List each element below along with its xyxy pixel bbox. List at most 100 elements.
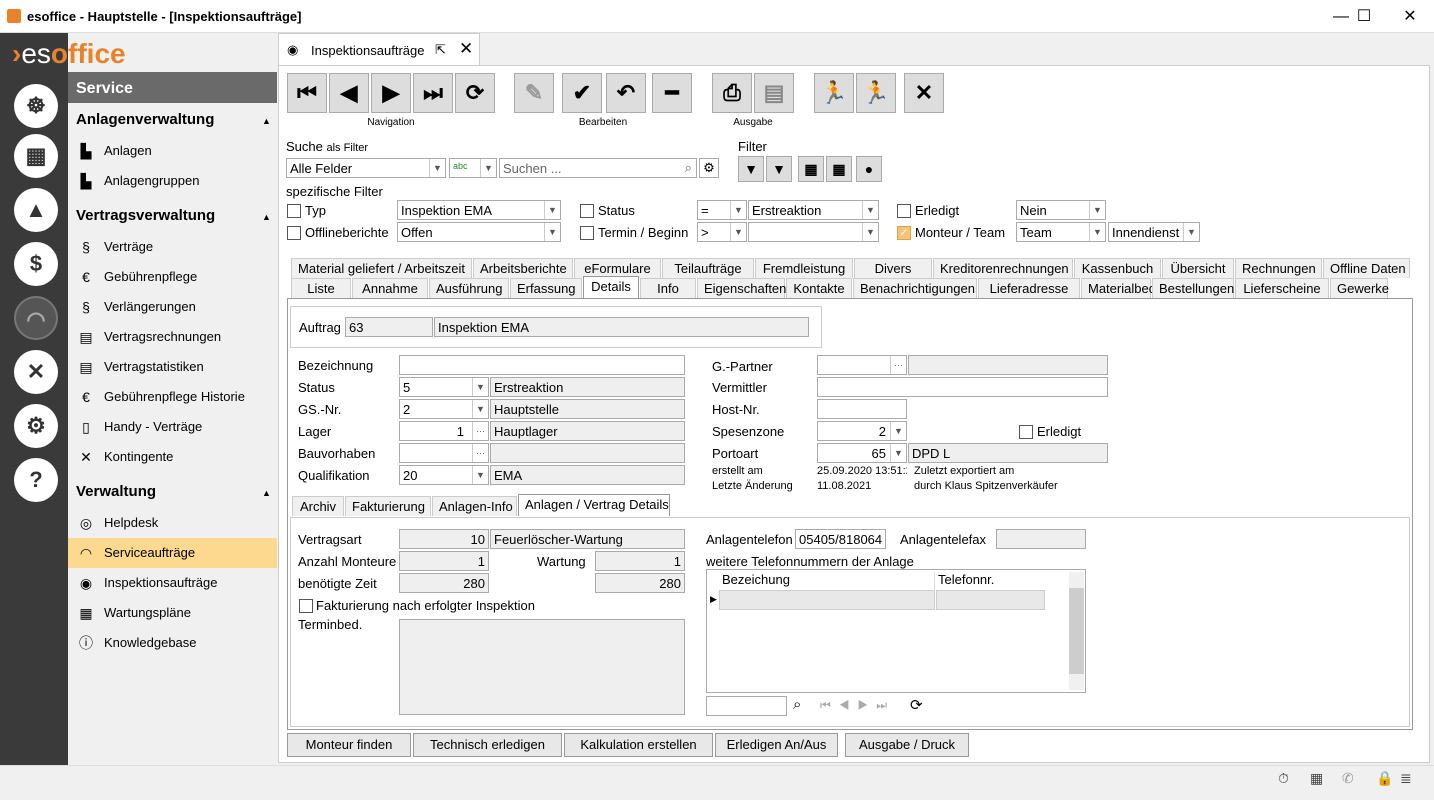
collapse-icon[interactable]: ▲: [262, 212, 271, 222]
tab-tabs_row1-2[interactable]: eFormulare: [574, 258, 661, 278]
status-select[interactable]: 5 ▼: [399, 377, 489, 397]
qualifikation-select[interactable]: 20 ▼: [399, 465, 489, 485]
money-icon[interactable]: $: [14, 242, 58, 286]
nav-item-helpdesk[interactable]: ◎ Helpdesk: [68, 508, 277, 538]
previous-record-button[interactable]: ◀: [329, 73, 369, 113]
alarm-icon[interactable]: ▲: [14, 188, 58, 232]
print-button[interactable]: ⎙: [712, 73, 752, 113]
tab-tabs_row1-0[interactable]: Material geliefert / Arbeitszeit: [291, 258, 472, 278]
technisch-erledigen-button[interactable]: Technisch erledigen: [413, 733, 562, 757]
tab-tabs_row2-3[interactable]: Erfassung: [510, 278, 582, 298]
tab-tabs_row2-5[interactable]: Info: [640, 278, 696, 298]
nav-item-knowledgebase[interactable]: ⓘ Knowledgebase: [68, 628, 277, 658]
tab-tabs_row1-5[interactable]: Divers: [854, 258, 932, 278]
settings-icon[interactable]: ⚙: [14, 404, 58, 448]
lager-field[interactable]: 1 ···: [399, 421, 489, 441]
tab-tabs_row2-6[interactable]: Eigenschaften: [697, 278, 786, 298]
status-value-select[interactable]: Erstreaktion ▼: [748, 200, 879, 220]
typ-select[interactable]: Inspektion EMA ▼: [397, 200, 561, 220]
grid-search-input[interactable]: [706, 696, 787, 716]
last-record-button[interactable]: ⏭: [413, 73, 453, 113]
tab-tabs_row2-4[interactable]: Details: [583, 276, 639, 298]
nav-item-wartungsplaene[interactable]: ▦ Wartungspläne: [68, 598, 277, 628]
ellipsis-icon[interactable]: ···: [472, 444, 488, 462]
search-field-select[interactable]: Alle Felder ▼: [286, 158, 446, 178]
gpartner-field[interactable]: ···: [817, 355, 907, 375]
tab-tabs_row1-4[interactable]: Fremdleistung: [755, 258, 853, 278]
search-settings-icon[interactable]: ⚙: [699, 158, 719, 178]
offline-select[interactable]: Offen ▼: [397, 222, 561, 242]
database-icon[interactable]: ≣: [1400, 770, 1412, 787]
tab-tabs_row1-1[interactable]: Arbeitsberichte: [473, 258, 573, 278]
vermittler-field[interactable]: [817, 377, 1108, 397]
host-field[interactable]: [817, 399, 907, 419]
tab-tabs_row2-13[interactable]: Gewerke: [1330, 278, 1389, 298]
search-input[interactable]: Suchen ... ⌕: [499, 158, 697, 178]
termin-value-select[interactable]: ▼: [748, 222, 879, 242]
erledigt-select[interactable]: Nein ▼: [1016, 200, 1106, 220]
subtab-fakturierung[interactable]: Fakturierung: [345, 496, 431, 516]
next-record-button[interactable]: ▶: [371, 73, 411, 113]
tab-tabs_row1-7[interactable]: Kassenbuch: [1074, 258, 1161, 278]
tab-tabs_row2-1[interactable]: Annahme: [352, 278, 428, 298]
close-tab-icon[interactable]: ✕: [459, 39, 473, 59]
bauvorhaben-field[interactable]: ···: [399, 443, 489, 463]
status-filter-checkbox[interactable]: [580, 204, 594, 218]
tab-tabs_row2-8[interactable]: Benachrichtigungen: [853, 278, 977, 298]
phone-icon[interactable]: ✆: [1342, 770, 1354, 787]
search-mode-select[interactable]: abc ▼: [449, 158, 497, 178]
terminbed-textarea[interactable]: [399, 619, 685, 715]
nav-item-vertraege[interactable]: § Verträge: [68, 232, 277, 262]
fakturierung-checkbox[interactable]: [299, 599, 313, 613]
gs-nr-select[interactable]: 2 ▼: [399, 399, 489, 419]
tab-tabs_row1-9[interactable]: Rechnungen: [1235, 258, 1322, 278]
nav-item-handy-vertraege[interactable]: ▯ Handy - Verträge: [68, 412, 277, 442]
filter-grid-icon[interactable]: ▦: [798, 156, 824, 182]
edit-button[interactable]: ✎: [514, 73, 554, 113]
nav-item-verlaengerungen[interactable]: § Verlängerungen: [68, 292, 277, 322]
nav-item-inspektionsauftraege[interactable]: ◉ Inspektionsaufträge: [68, 568, 277, 598]
grid-nav-icons[interactable]: ⏮◀▶⏭: [820, 698, 895, 713]
monteur-finden-button[interactable]: Monteur finden: [287, 733, 411, 757]
tab-tabs_row2-9[interactable]: Lieferadresse: [978, 278, 1080, 298]
stopwatch-icon[interactable]: ⏱: [1278, 770, 1289, 787]
innendienst-select[interactable]: Innendienst ▼: [1108, 222, 1200, 242]
kalkulation-erstellen-button[interactable]: Kalkulation erstellen: [564, 733, 713, 757]
grid-header-telefonnr[interactable]: Telefonnr.: [936, 572, 1044, 590]
tab-tabs_row1-8[interactable]: Übersicht: [1162, 258, 1234, 278]
tab-tabs_row2-12[interactable]: Lieferscheine: [1235, 278, 1329, 298]
ellipsis-icon[interactable]: ···: [472, 422, 488, 440]
subtab-archiv[interactable]: Archiv: [292, 496, 344, 516]
save-button[interactable]: ✔: [562, 73, 602, 113]
runner-in-button[interactable]: 🏃: [814, 73, 854, 113]
auftrag-nr-field[interactable]: 63: [345, 317, 433, 337]
close-window-button[interactable]: ✕: [1387, 0, 1433, 33]
nav-item-gebuehrenpflege-historie[interactable]: € Gebührenpflege Historie: [68, 382, 277, 412]
grid-header-bezeichnung[interactable]: Bezeichung: [719, 572, 935, 590]
monteur-checkbox[interactable]: ✓: [897, 226, 911, 240]
tab-tabs_row2-7[interactable]: Kontakte: [786, 278, 852, 298]
spesenzone-select[interactable]: 2 ▼: [817, 421, 907, 441]
anlagentelefon-field[interactable]: 05405/818064: [795, 529, 886, 549]
ellipsis-icon[interactable]: ···: [890, 356, 906, 374]
calculator-icon[interactable]: ▦: [14, 134, 58, 178]
subtab-anlagen-info[interactable]: Anlagen-Info: [432, 496, 517, 516]
tools-icon[interactable]: ✕: [14, 350, 58, 394]
nav-item-vertragsrechnungen[interactable]: ▤ Vertragsrechnungen: [68, 322, 277, 352]
undo-button[interactable]: ↶: [606, 73, 646, 113]
termin-checkbox[interactable]: [580, 226, 594, 240]
collapse-icon[interactable]: ▲: [262, 116, 271, 126]
scrollbar[interactable]: [1069, 572, 1084, 690]
refresh-icon[interactable]: ⟳: [910, 696, 923, 714]
search-icon[interactable]: ⌕: [793, 696, 801, 713]
bezeichnung-field[interactable]: [399, 355, 685, 375]
erledigen-an-aus-button[interactable]: Erledigen An/Aus: [715, 733, 838, 757]
filter-icon[interactable]: ▼: [738, 156, 764, 182]
close-button[interactable]: ✕: [904, 73, 944, 113]
portoart-select[interactable]: 65 ▼: [817, 443, 907, 463]
first-record-button[interactable]: ⏮: [287, 73, 327, 113]
nav-item-serviceauftraege[interactable]: ◠ Serviceaufträge: [68, 538, 277, 568]
tab-tabs_row1-10[interactable]: Offline Daten: [1323, 258, 1410, 278]
subtab-anlagen-vertrag[interactable]: Anlagen / Vertrag Details: [518, 494, 670, 516]
nav-section-anlagen[interactable]: Anlagenverwaltung: [76, 111, 214, 128]
